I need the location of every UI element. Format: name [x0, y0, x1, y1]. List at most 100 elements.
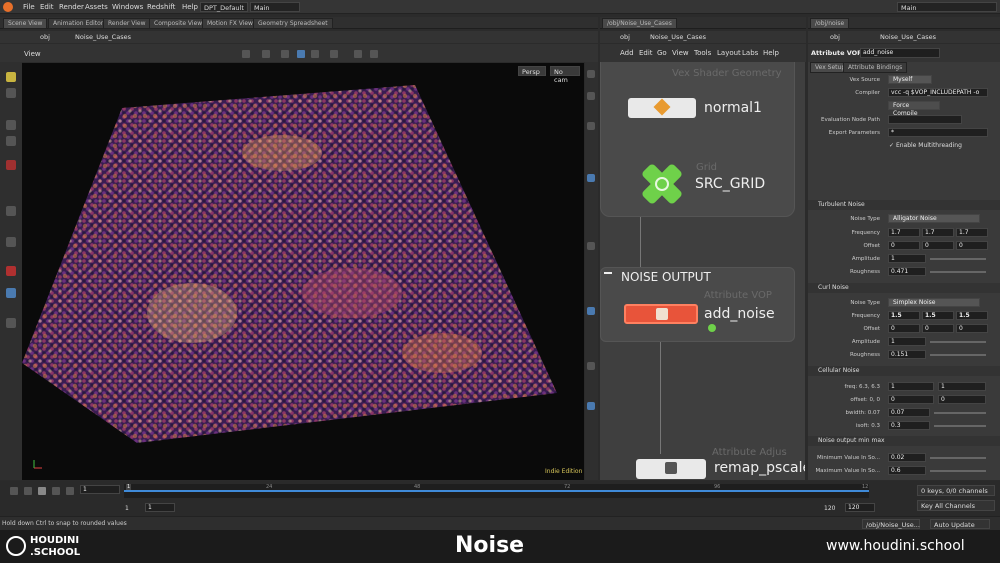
- camera-dropdown[interactable]: No cam: [550, 66, 580, 84]
- tab-composite-view[interactable]: Composite View: [149, 18, 208, 29]
- network-editor[interactable]: Vex Shader Geometry normal1 Grid SRC_GRI…: [600, 62, 805, 480]
- snap-icon[interactable]: [297, 50, 305, 58]
- path-network[interactable]: Noise_Use_Cases: [75, 33, 131, 41]
- tab-network[interactable]: /obj/Noise_Use_Cases: [602, 18, 677, 29]
- view-tool-icon[interactable]: [587, 362, 595, 370]
- key-all-channels-dropdown[interactable]: Key All Channels: [917, 500, 995, 511]
- turb-rough-slider[interactable]: [930, 271, 986, 273]
- net-menu-view[interactable]: View: [672, 49, 689, 57]
- view-tool-icon[interactable]: [587, 242, 595, 250]
- cell-offset-x[interactable]: 0: [888, 395, 934, 404]
- shelf-tool-icon[interactable]: [6, 136, 16, 146]
- shelf-tool-icon[interactable]: [6, 88, 16, 98]
- timeline-scrubber[interactable]: 1 24 48 72 96 12: [124, 484, 869, 498]
- shelf-tool-icon[interactable]: [6, 120, 16, 130]
- range-start-field[interactable]: 1: [145, 503, 175, 512]
- shelf-tool-icon[interactable]: [6, 160, 16, 170]
- node-remap-pscale[interactable]: [636, 459, 706, 479]
- turb-amp-field[interactable]: 1: [888, 254, 926, 263]
- cell-isoft-slider[interactable]: [934, 425, 986, 427]
- remap-max-field[interactable]: 0.6: [888, 466, 926, 475]
- play-icon[interactable]: [52, 487, 60, 495]
- view-tool-icon[interactable]: [587, 70, 595, 78]
- houdini-logo-icon[interactable]: [3, 2, 13, 12]
- cell-bwidth-slider[interactable]: [934, 412, 986, 414]
- desktop-dropdown[interactable]: Main: [250, 2, 300, 12]
- remap-min-slider[interactable]: [930, 457, 986, 459]
- param-tab-attribute-bindings[interactable]: Attribute Bindings: [843, 62, 908, 73]
- view-tool-icon[interactable]: [587, 122, 595, 130]
- remap-max-slider[interactable]: [930, 470, 986, 472]
- multithreading-checkbox[interactable]: ✓ Enable Multithreading: [889, 142, 962, 149]
- net-menu-go[interactable]: Go: [657, 49, 667, 57]
- auto-update-dropdown[interactable]: Auto Update: [930, 519, 990, 529]
- tab-geometry-spreadsheet[interactable]: Geometry Spreadsheet: [253, 18, 333, 29]
- tab-render-view[interactable]: Render View: [103, 18, 151, 29]
- shelf-tool-icon[interactable]: [6, 318, 16, 328]
- turb-freq-z[interactable]: 1.7: [956, 228, 988, 237]
- cell-freq-x[interactable]: 1: [888, 382, 934, 391]
- goto-end-icon[interactable]: [66, 487, 74, 495]
- export-params-field[interactable]: *: [888, 128, 988, 137]
- curl-offset-y[interactable]: 0: [922, 324, 954, 333]
- node-add-noise[interactable]: [624, 304, 698, 324]
- net-menu-add[interactable]: Add: [620, 49, 634, 57]
- grid-icon[interactable]: [370, 50, 378, 58]
- net-menu-tools[interactable]: Tools: [694, 49, 711, 57]
- net-menu-layout[interactable]: Layout: [717, 49, 741, 57]
- menu-redshift[interactable]: Redshift: [147, 3, 175, 11]
- persp-dropdown[interactable]: Persp: [518, 66, 546, 76]
- step-back-icon[interactable]: [24, 487, 32, 495]
- curl-rough-field[interactable]: 0.151: [888, 350, 926, 359]
- menu-help[interactable]: Help: [182, 3, 198, 11]
- force-compile-button[interactable]: Force Compile: [888, 101, 940, 117]
- shelf-tool-icon[interactable]: [6, 237, 16, 247]
- tab-animation-editor[interactable]: Animation Editor: [48, 18, 109, 29]
- section-turbulent[interactable]: Turbulent Noise: [808, 200, 1000, 210]
- desktop-dropdown-right[interactable]: Main: [897, 2, 997, 12]
- net-path-obj[interactable]: obj: [620, 33, 630, 41]
- compiler-field[interactable]: vcc -q $VOP_INCLUDEPATH -o: [888, 88, 988, 97]
- turb-offset-y[interactable]: 0: [922, 241, 954, 250]
- cell-isoft-field[interactable]: 0.3: [888, 421, 930, 430]
- view-tool-icon[interactable]: [587, 402, 595, 410]
- menu-edit[interactable]: Edit: [40, 3, 54, 11]
- stop-icon[interactable]: [38, 487, 46, 495]
- shading-icon[interactable]: [354, 50, 362, 58]
- display-icon[interactable]: [311, 50, 319, 58]
- select-tool-icon[interactable]: [242, 50, 250, 58]
- cell-freq-y[interactable]: 1: [938, 382, 986, 391]
- cell-bwidth-field[interactable]: 0.07: [888, 408, 930, 417]
- vex-source-menu[interactable]: Myself: [888, 75, 932, 84]
- section-remap[interactable]: Noise output min max: [808, 436, 1000, 446]
- net-menu-help[interactable]: Help: [763, 49, 779, 57]
- goto-start-icon[interactable]: [10, 487, 18, 495]
- range-end-field[interactable]: 120: [845, 503, 875, 512]
- turb-amp-slider[interactable]: [930, 258, 986, 260]
- shelf-tool-icon[interactable]: [6, 206, 16, 216]
- curl-amp-slider[interactable]: [930, 341, 986, 343]
- tab-motion-fx-view[interactable]: Motion FX View: [202, 18, 258, 29]
- section-cellular[interactable]: Cellular Noise: [808, 366, 1000, 376]
- menu-assets[interactable]: Assets: [85, 3, 108, 11]
- turb-offset-x[interactable]: 0: [888, 241, 920, 250]
- lights-icon[interactable]: [330, 50, 338, 58]
- shelf-tool-icon[interactable]: [6, 288, 16, 298]
- turb-type-menu[interactable]: Alligator Noise: [888, 214, 980, 223]
- turb-freq-y[interactable]: 1.7: [922, 228, 954, 237]
- curl-freq-y[interactable]: 1.5: [922, 311, 954, 320]
- node-name-field[interactable]: add_noise: [860, 48, 940, 58]
- current-frame-field[interactable]: 1: [80, 485, 120, 494]
- curl-rough-slider[interactable]: [930, 354, 986, 356]
- 3d-viewport[interactable]: Persp No cam Indie Edition: [22, 63, 584, 480]
- net-menu-labs[interactable]: Labs: [742, 49, 758, 57]
- shelf-tool-icon[interactable]: [6, 72, 16, 82]
- cell-offset-y[interactable]: 0: [938, 395, 986, 404]
- remap-min-field[interactable]: 0.02: [888, 453, 926, 462]
- menu-windows[interactable]: Windows: [112, 3, 143, 11]
- net-menu-edit[interactable]: Edit: [639, 49, 653, 57]
- status-path[interactable]: /obj/Noise_Use...: [862, 519, 920, 529]
- tab-parameters[interactable]: /obj/noise: [810, 18, 850, 29]
- dop-dropdown[interactable]: DPT_Default: [200, 2, 248, 12]
- display-flag-icon[interactable]: [708, 324, 716, 332]
